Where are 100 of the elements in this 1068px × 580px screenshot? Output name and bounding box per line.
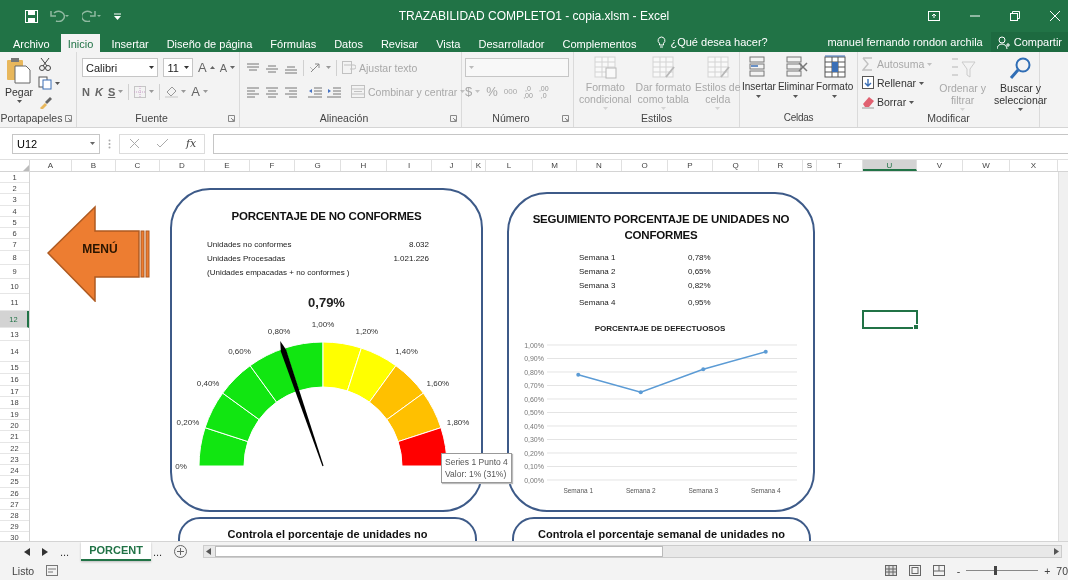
decrease-indent-icon[interactable] [308,85,322,98]
zoom-thumb[interactable] [993,566,997,575]
enter-icon[interactable] [157,139,168,148]
fill-color-icon[interactable] [165,85,179,98]
scroll-right-icon[interactable] [42,547,48,556]
ribbon-tab[interactable]: Fórmulas [263,34,324,52]
save-icon[interactable] [25,9,38,23]
column-header[interactable]: W [963,160,1010,171]
zoom-level[interactable]: 70 [1056,564,1068,577]
align-icon[interactable] [284,85,298,98]
scroll-left-icon[interactable] [24,547,30,556]
cancel-icon[interactable] [130,139,139,148]
zoom-out-button[interactable]: - [956,564,961,577]
column-header[interactable]: V [917,160,963,171]
undo-icon[interactable] [50,10,70,22]
scroll-right-icon[interactable] [1054,548,1059,555]
restore-icon[interactable] [1010,11,1020,21]
column-header[interactable]: R [759,160,803,171]
cells-button[interactable]: Insertar [741,55,777,112]
launcher-icon[interactable] [65,115,72,122]
paste-button[interactable]: Pegar [4,56,35,112]
format-painter-icon[interactable] [38,95,53,109]
column-header[interactable]: E [205,160,250,171]
column-header[interactable]: O [622,160,668,171]
launcher-icon[interactable] [228,115,235,122]
launcher-icon[interactable] [450,115,457,122]
shrink-font-button[interactable]: A [219,61,235,74]
column-header[interactable]: J [432,160,472,171]
horizontal-scrollbar[interactable] [203,545,1062,558]
column-header[interactable]: G [295,160,341,171]
customize-icon[interactable] [114,12,121,20]
formula-input[interactable] [213,133,1068,154]
find-select-button[interactable]: Buscar y seleccionar [992,56,1049,112]
column-header[interactable]: M [533,160,577,171]
ribbon-tab[interactable]: Insertar [104,34,156,52]
italic-button[interactable]: K [94,85,103,98]
tell-me-field[interactable]: ¿Qué desea hacer? [670,36,768,48]
scissors-icon[interactable] [38,57,53,71]
add-sheet-icon[interactable] [174,545,188,558]
selected-cell[interactable] [862,310,918,329]
sheet-tab[interactable]: PORCENT [81,541,151,561]
ribbon-tab[interactable]: Inicio [60,34,101,52]
column-header[interactable]: N [577,160,622,171]
launcher-icon[interactable] [562,115,569,122]
page-layout-icon[interactable] [908,565,921,576]
more-sheets-button[interactable]: ... [152,545,163,558]
scroll-thumb[interactable] [215,546,664,557]
page-break-icon[interactable] [932,565,945,576]
bold-button[interactable]: N [82,85,90,98]
tooltip-text: Series 1 Punto 4 [445,456,508,468]
more-sheets-button[interactable]: ... [60,545,70,558]
ribbon-tab[interactable]: Desarrollador [471,34,552,52]
column-header[interactable]: X [1010,160,1058,171]
column-header[interactable]: F [250,160,295,171]
column-header[interactable]: D [160,160,205,171]
redo-icon[interactable] [82,10,102,22]
macro-record-icon[interactable] [46,565,59,576]
column-header[interactable]: P [668,160,713,171]
select-all-icon[interactable] [23,165,29,171]
borders-icon[interactable] [134,85,147,98]
cells-button[interactable]: Formato [815,55,855,112]
column-header[interactable]: C [116,160,160,171]
share-button[interactable]: Compartir [990,32,1068,52]
align-icon[interactable] [265,85,279,98]
column-header[interactable]: K [472,160,486,171]
ribbon-tab[interactable]: Vista [429,34,468,52]
align-icon[interactable] [246,61,260,74]
cells-button[interactable]: Eliminar [776,55,816,112]
column-header[interactable]: A [30,160,72,171]
orientation-icon[interactable] [309,61,323,74]
align-icon[interactable] [246,85,260,98]
zoom-in-button[interactable]: + [1044,564,1051,577]
normal-view-icon[interactable] [884,565,897,576]
column-header[interactable]: B [72,160,116,171]
column-header[interactable]: U [863,160,917,171]
increase-indent-icon[interactable] [327,85,341,98]
ribbon-tab[interactable]: Diseño de página [159,34,260,52]
underline-button[interactable]: S [107,85,124,98]
vertical-scrollbar[interactable] [1058,172,1068,541]
name-box[interactable]: U12 [12,133,100,154]
ribbon-tab[interactable]: Archivo [6,34,57,52]
grow-font-button[interactable]: A [198,60,215,75]
column-header[interactable]: L [486,160,533,171]
column-header[interactable]: H [341,160,387,171]
clear-button[interactable]: Borrar [862,94,933,110]
ribbon-options-icon[interactable] [928,11,940,21]
ribbon-tab[interactable]: Revisar [373,34,426,52]
copy-icon[interactable] [38,76,53,90]
font-size-field[interactable]: 11 [163,58,193,77]
ribbon-tab[interactable]: Complementos [555,34,644,52]
column-header[interactable]: S [803,160,817,171]
ribbon-tab[interactable]: Datos [327,34,370,52]
font-color-button[interactable]: A [191,84,208,99]
column-header[interactable]: Q [713,160,759,171]
insert-function-button[interactable]: fx [186,137,197,150]
font-name-field[interactable]: Calibri [82,58,159,77]
close-icon[interactable] [1050,11,1060,21]
fill-button[interactable]: Rellenar [862,75,933,91]
scroll-left-icon[interactable] [206,548,212,555]
column-header[interactable]: I [387,160,432,171]
